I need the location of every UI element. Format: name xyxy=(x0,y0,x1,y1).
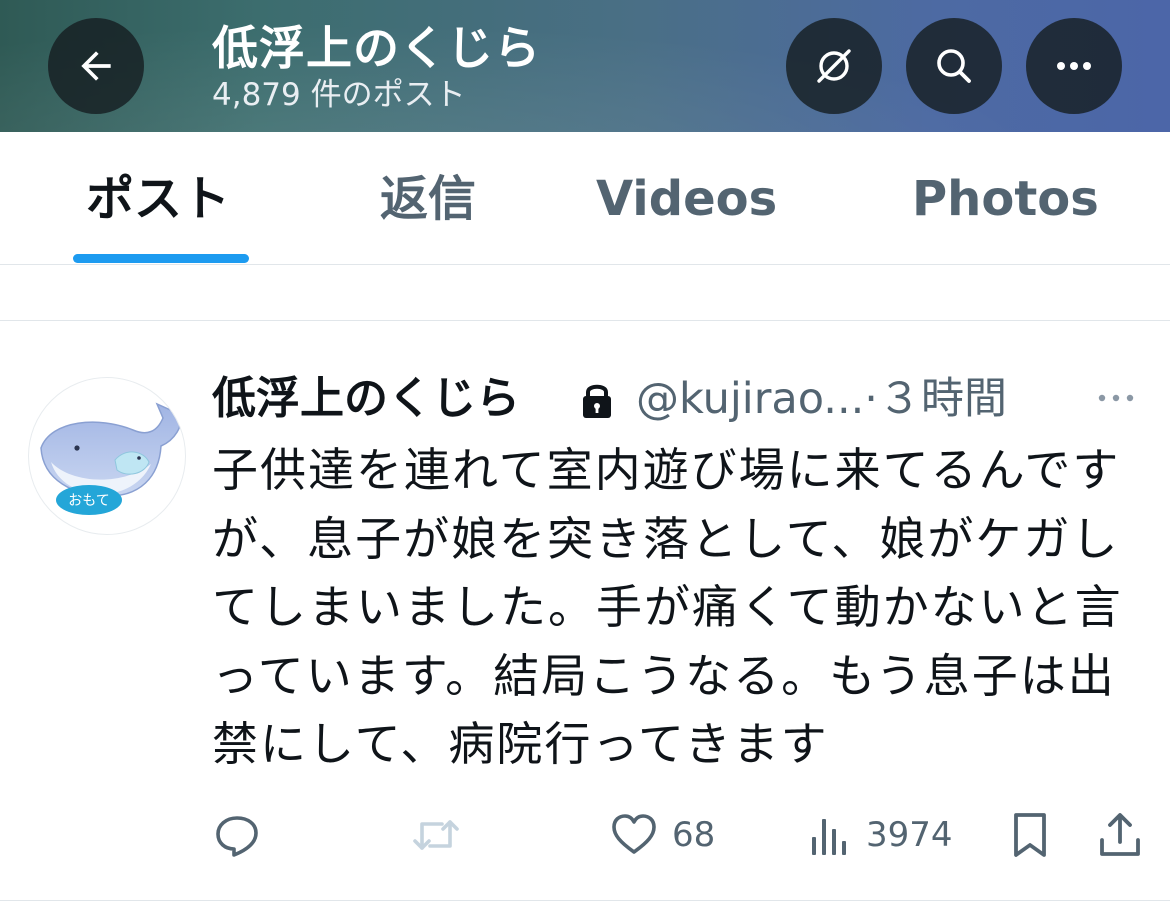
lock-icon xyxy=(578,380,616,424)
share-button[interactable] xyxy=(1098,810,1142,860)
tweet-text: 子供達を連れて室内遊び場に来てるんですが、息子が娘を突き落として、娘がケガしてし… xyxy=(212,443,1123,771)
whale-avatar-illustration: おもて xyxy=(40,399,183,515)
more-icon xyxy=(1098,394,1134,402)
more-options-button[interactable] xyxy=(1026,18,1122,114)
share-icon xyxy=(1100,813,1140,856)
active-tab-indicator xyxy=(73,254,249,263)
profile-header: 低浮上のくじら 4,879 件のポスト xyxy=(0,0,1170,132)
back-button[interactable] xyxy=(48,18,144,114)
avatar-badge-text: おもて xyxy=(68,493,109,509)
retweet-icon xyxy=(413,820,459,850)
back-arrow-icon xyxy=(81,51,111,81)
profile-tabs: ポスト 返信 Videos Photos xyxy=(0,132,1170,265)
reply-button[interactable] xyxy=(212,810,262,860)
grok-button[interactable] xyxy=(786,18,882,114)
view-count: 3974 xyxy=(866,815,953,855)
header-title: 低浮上のくじら xyxy=(212,21,541,75)
search-button[interactable] xyxy=(906,18,1002,114)
more-icon xyxy=(1057,62,1091,70)
views-button[interactable]: 3974 xyxy=(808,810,953,860)
post-count: 4,879 件のポスト xyxy=(212,77,466,113)
like-button[interactable]: 68 xyxy=(610,810,715,860)
tab-photos[interactable]: Photos xyxy=(912,170,1099,228)
grok-icon xyxy=(817,49,851,83)
tab-posts[interactable]: ポスト xyxy=(86,170,230,228)
reply-icon xyxy=(216,816,258,857)
tab-videos[interactable]: Videos xyxy=(596,170,777,228)
tab-replies[interactable]: 返信 xyxy=(380,170,476,228)
heart-icon xyxy=(612,814,656,854)
handle-and-time[interactable]: @kujirao...·３時間 xyxy=(636,370,1007,428)
bookmark-button[interactable] xyxy=(1008,810,1052,860)
like-count: 68 xyxy=(672,815,716,855)
tweet-more-button[interactable] xyxy=(1094,386,1138,414)
views-chart-icon xyxy=(812,819,846,855)
bookmark-icon xyxy=(1014,813,1046,857)
avatar[interactable]: おもて xyxy=(28,377,186,535)
retweet-button[interactable] xyxy=(410,810,462,860)
display-name[interactable]: 低浮上のくじら xyxy=(212,370,520,428)
search-icon xyxy=(937,49,971,83)
divider xyxy=(0,900,1170,901)
divider xyxy=(0,320,1170,321)
